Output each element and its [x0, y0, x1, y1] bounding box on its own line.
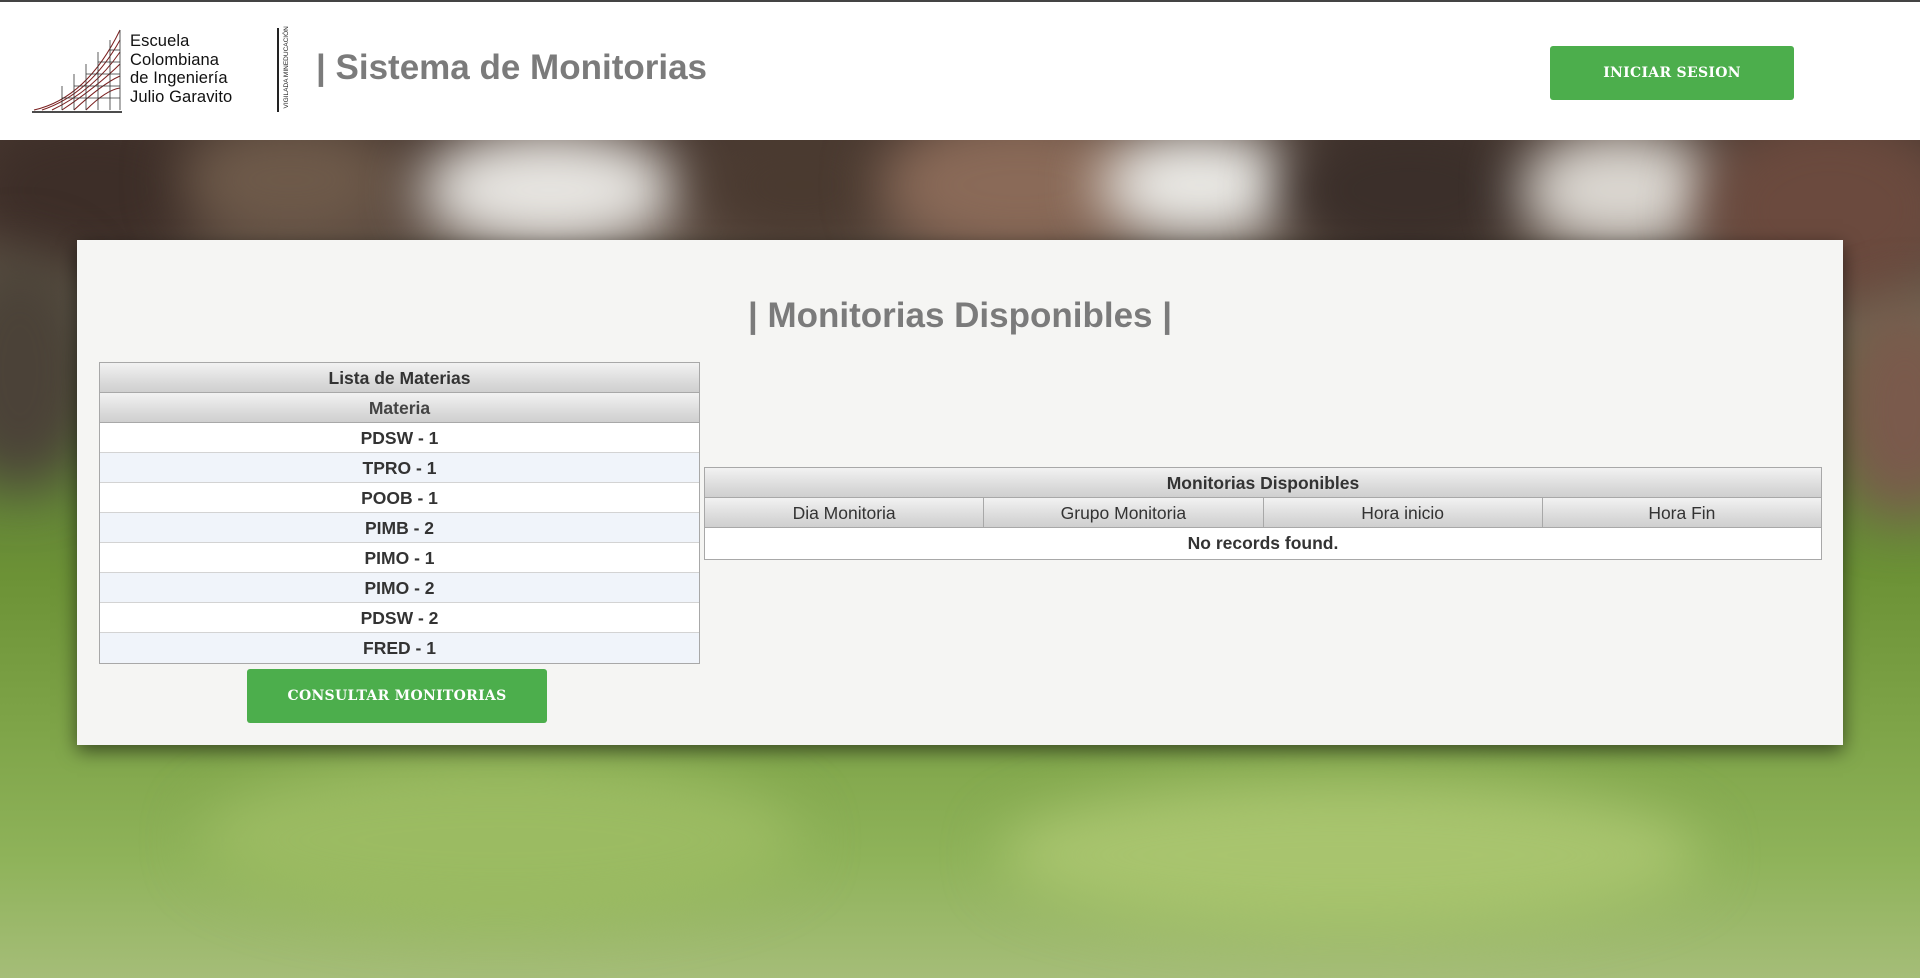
university-logo[interactable]: Escuela Colombiana de Ingeniería Julio G… — [32, 28, 287, 116]
logo-line-1: Escuela — [130, 32, 190, 50]
table-row[interactable]: PIMB - 2 — [100, 513, 699, 543]
app-title: | Sistema de Monitorias — [316, 48, 707, 87]
empty-message: No records found. — [1187, 533, 1339, 553]
table-row[interactable]: POOB - 1 — [100, 483, 699, 513]
table-row[interactable]: FRED - 1 — [100, 633, 699, 663]
column-header-grupo[interactable]: Grupo Monitoria — [984, 498, 1264, 528]
monitorias-header-row: Dia Monitoria Grupo Monitoria Hora inici… — [705, 498, 1821, 528]
logo-wordmark: Escuela Colombiana de Ingeniería Julio G… — [130, 32, 232, 106]
table-row[interactable]: PDSW - 2 — [100, 603, 699, 633]
column-header-dia[interactable]: Dia Monitoria — [705, 498, 985, 528]
table-row[interactable]: PIMO - 1 — [100, 543, 699, 573]
page-title: | Monitorias Disponibles | — [747, 296, 1173, 335]
materias-table-body: PDSW - 1 TPRO - 1 POOB - 1 PIMB - 2 PIMO… — [100, 423, 699, 663]
logo-line-4: Julio Garavito — [130, 87, 233, 106]
consult-monitorias-button[interactable]: CONSULTAR MONITORIAS — [247, 669, 547, 723]
login-button[interactable]: INICIAR SESION — [1550, 46, 1794, 100]
logo-emblem-icon — [32, 29, 122, 113]
logo-divider — [277, 28, 279, 112]
column-header-hora-fin[interactable]: Hora Fin — [1542, 498, 1821, 528]
table-row[interactable]: PIMO - 2 — [100, 573, 699, 603]
table-row[interactable]: PDSW - 1 — [100, 423, 699, 453]
logo-line-2: Colombiana — [130, 50, 220, 69]
materias-column-header[interactable]: Materia — [100, 393, 699, 423]
table-row[interactable]: TPRO - 1 — [100, 453, 699, 483]
column-header-hora-inicio[interactable]: Hora inicio — [1263, 498, 1543, 528]
main-panel: | Monitorias Disponibles | Lista de Mate… — [77, 240, 1843, 745]
logo-line-3: de Ingeniería — [130, 69, 228, 88]
materias-table-caption: Lista de Materias — [100, 363, 699, 393]
monitorias-table-caption: Monitorias Disponibles — [705, 468, 1821, 498]
materias-table: Lista de Materias Materia PDSW - 1 TPRO … — [99, 362, 700, 664]
logo-vertical-caption: VIGILADA MINEDUCACIÓN — [283, 26, 290, 109]
top-header: Escuela Colombiana de Ingeniería Julio G… — [0, 0, 1920, 140]
monitorias-table: Monitorias Disponibles Dia Monitoria Gru… — [704, 467, 1822, 560]
